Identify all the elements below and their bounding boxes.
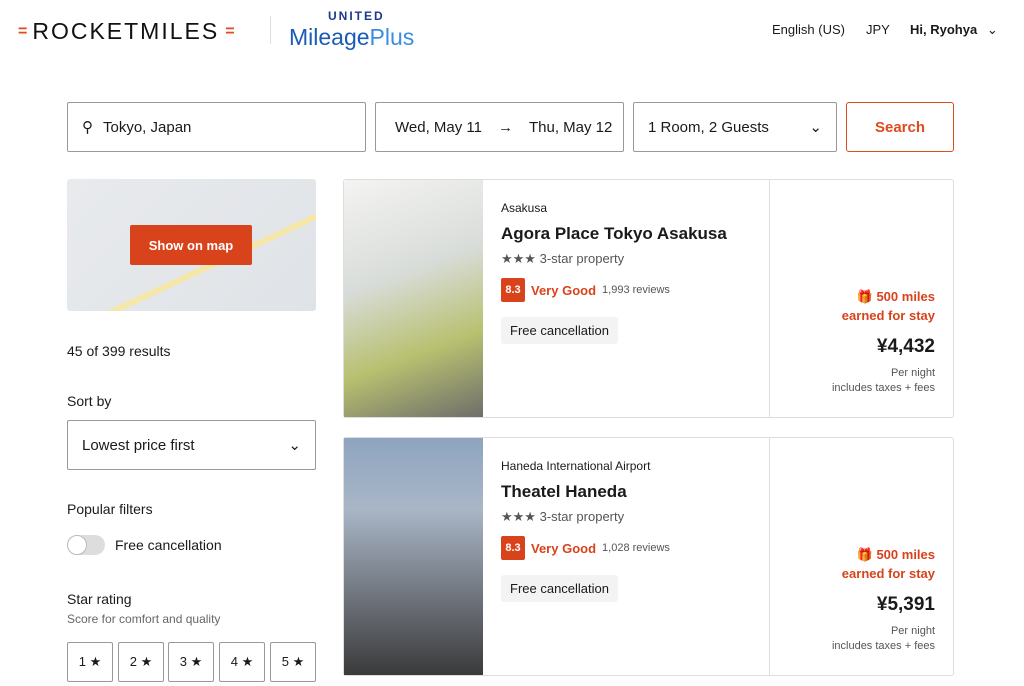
- price-note: Per night includes taxes + fees: [831, 367, 935, 394]
- star-filter-4[interactable]: 4 ★: [219, 642, 265, 682]
- star-icon: ★★★: [501, 251, 536, 266]
- hotel-area: Haneda International Airport: [501, 459, 651, 473]
- hotel-price: ¥4,432: [876, 336, 935, 357]
- arrow-right-icon: →: [497, 118, 513, 136]
- checkin-date[interactable]: Wed, May 11: [395, 119, 482, 136]
- miles-earned: 🎁 500 miles earned for stay: [841, 547, 935, 581]
- language-selector[interactable]: English (US): [772, 22, 845, 37]
- rocketmiles-logo[interactable]: = ROCKETMILES =: [18, 18, 235, 45]
- chevron-down-icon: ⌄: [986, 22, 998, 37]
- search-icon: ⚲: [82, 119, 93, 136]
- mileageplus-logo: MileagePlus: [289, 24, 415, 50]
- logo-text: ROCKETMILES: [32, 18, 220, 44]
- gift-icon: 🎁: [856, 289, 873, 304]
- hotel-area: Asakusa: [501, 201, 548, 215]
- star-filter-5[interactable]: 5 ★: [270, 642, 316, 682]
- gift-icon: 🎁: [856, 547, 873, 562]
- star-filter-2[interactable]: 2 ★: [118, 642, 164, 682]
- star-rating-heading: Star rating: [67, 591, 132, 607]
- hotel-photo[interactable]: [344, 180, 483, 417]
- free-cancellation-tag: Free cancellation: [501, 575, 618, 602]
- sort-select[interactable]: Lowest price first ⌄: [67, 420, 316, 470]
- destination-input[interactable]: ⚲ Tokyo, Japan: [67, 102, 366, 152]
- price-note: Per night includes taxes + fees: [831, 625, 935, 652]
- hotel-class: ★★★ 3-star property: [501, 251, 625, 266]
- hotel-name[interactable]: Agora Place Tokyo Asakusa: [501, 224, 727, 244]
- sort-label: Sort by: [67, 393, 112, 409]
- currency-selector[interactable]: JPY: [866, 22, 890, 37]
- results-count: 45 of 399 results: [67, 343, 171, 359]
- star-filter-3[interactable]: 3 ★: [168, 642, 214, 682]
- miles-earned: 🎁 500 miles earned for stay: [841, 289, 935, 323]
- united-logo: UNITED: [328, 9, 385, 23]
- divider: [270, 16, 271, 44]
- star-icon: ★★★: [501, 509, 536, 524]
- checkout-date[interactable]: Thu, May 12: [529, 119, 612, 136]
- chevron-down-icon: ⌄: [288, 437, 301, 454]
- free-cancellation-tag: Free cancellation: [501, 317, 618, 344]
- date-picker[interactable]: Wed, May 11 → Thu, May 12: [375, 102, 624, 152]
- hotel-class: ★★★ 3-star property: [501, 509, 625, 524]
- hotel-rating: 8.3 Very Good 1,028 reviews: [501, 536, 670, 560]
- user-menu[interactable]: Hi, Ryohya ⌄: [910, 22, 998, 38]
- show-on-map-button[interactable]: Show on map: [130, 225, 252, 265]
- hotel-card[interactable]: Asakusa Agora Place Tokyo Asakusa ★★★ 3-…: [343, 179, 954, 418]
- map-preview[interactable]: Show on map: [67, 179, 316, 311]
- hotel-name[interactable]: Theatel Haneda: [501, 482, 627, 502]
- guests-select[interactable]: 1 Room, 2 Guests ⌄: [633, 102, 837, 152]
- free-cancellation-toggle[interactable]: [67, 535, 105, 555]
- hotel-price: ¥5,391: [876, 594, 935, 615]
- free-cancellation-label: Free cancellation: [115, 537, 222, 553]
- popular-filters-heading: Popular filters: [67, 501, 153, 517]
- search-button[interactable]: Search: [846, 102, 954, 152]
- hotel-photo[interactable]: [344, 438, 483, 675]
- star-filter-1[interactable]: 1 ★: [67, 642, 113, 682]
- hotel-card[interactable]: Haneda International Airport Theatel Han…: [343, 437, 954, 676]
- star-rating-subtitle: Score for comfort and quality: [67, 612, 221, 626]
- chevron-down-icon: ⌄: [809, 119, 822, 136]
- hotel-rating: 8.3 Very Good 1,993 reviews: [501, 278, 670, 302]
